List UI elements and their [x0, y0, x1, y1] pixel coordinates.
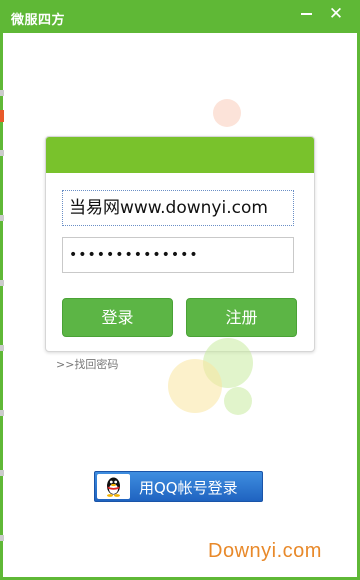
left-edge-accent: [0, 110, 4, 122]
qq-login-button[interactable]: 用QQ帐号登录: [94, 471, 263, 502]
password-input[interactable]: ••••••••••••••: [62, 237, 294, 273]
login-panel-header: [46, 137, 314, 173]
window-title: 微服四方: [11, 13, 66, 28]
title-bar[interactable]: 微服四方 ✕: [3, 0, 360, 33]
login-button[interactable]: 登录: [62, 298, 173, 337]
minimize-button[interactable]: [295, 4, 317, 24]
decor-bubble: [213, 99, 241, 127]
register-button[interactable]: 注册: [186, 298, 297, 337]
qq-login-label: 用QQ帐号登录: [139, 479, 238, 497]
watermark-text: Downyi.com: [208, 540, 322, 562]
username-input[interactable]: 当易网www.downyi.com: [62, 190, 294, 226]
decor-bubble: [224, 387, 252, 415]
decor-bubble: [168, 359, 222, 413]
find-password-link[interactable]: >>找回密码: [56, 356, 118, 372]
login-panel: 当易网www.downyi.com •••••••••••••• 登录 注册: [45, 136, 315, 352]
minimize-icon: [301, 13, 312, 15]
qq-penguin-icon: [97, 474, 130, 499]
close-button[interactable]: ✕: [325, 4, 347, 24]
